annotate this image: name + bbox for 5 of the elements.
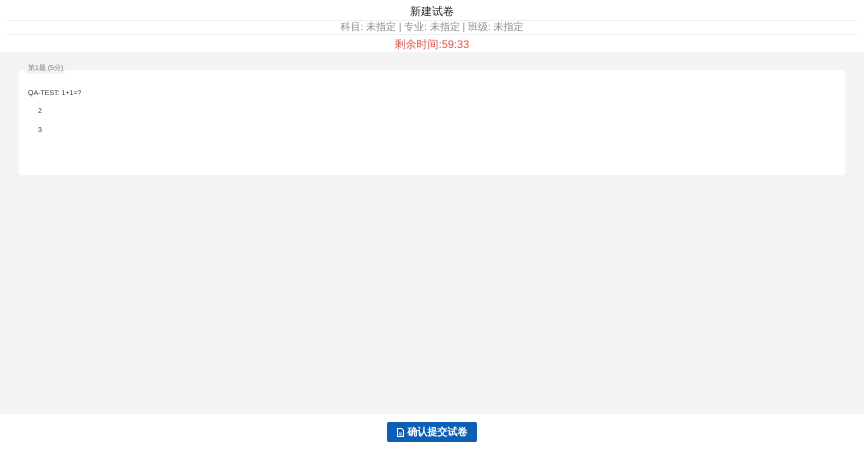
remaining-time: 剩余时间:59:33	[394, 38, 470, 52]
exam-info: 科目: 未指定 | 专业: 未指定 | 班级: 未指定	[340, 22, 524, 33]
exam-title: 新建试卷	[410, 5, 454, 19]
submit-button[interactable]: 确认提交试卷	[387, 422, 477, 442]
document-icon	[396, 428, 404, 436]
